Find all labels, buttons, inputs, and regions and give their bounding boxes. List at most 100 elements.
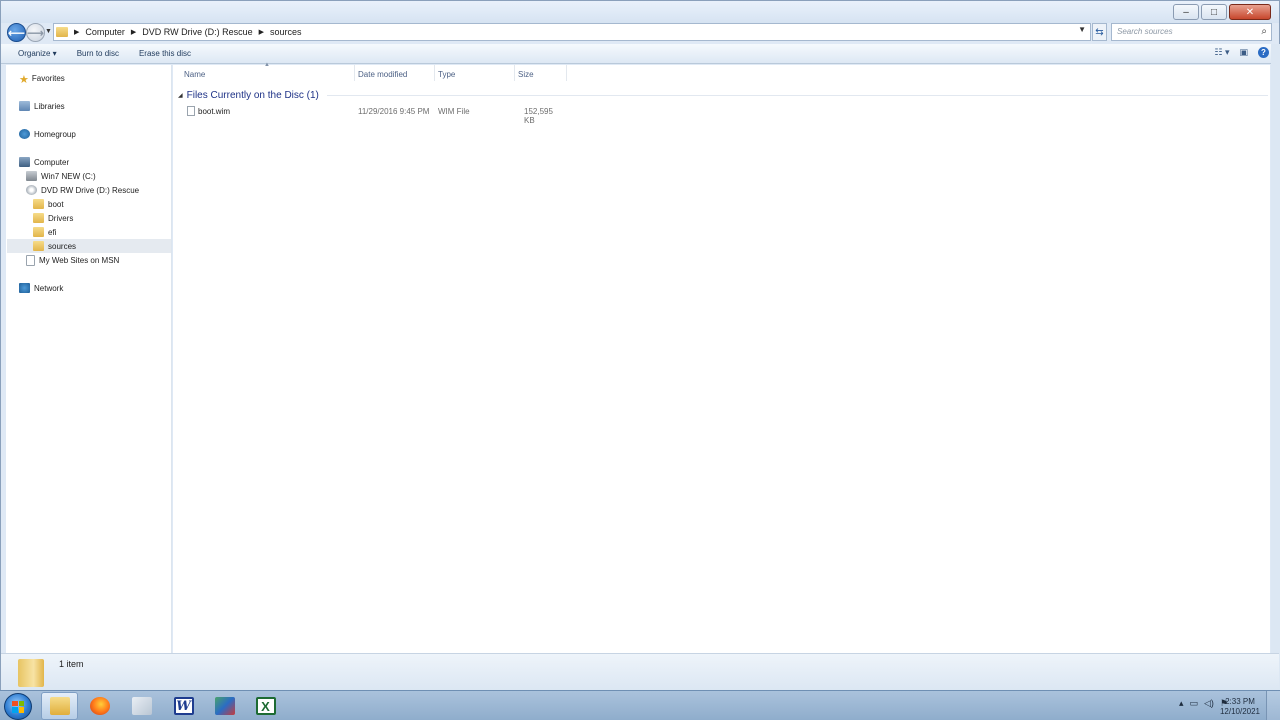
taskbar-paint[interactable] xyxy=(123,692,160,720)
libraries-icon xyxy=(19,101,30,111)
minimize-button[interactable]: – xyxy=(1173,4,1199,20)
dvd-icon xyxy=(26,185,37,195)
collapse-triangle-icon[interactable]: ◢ xyxy=(178,92,183,99)
details-pane: 1 item xyxy=(1,653,1279,690)
nav-folder-drivers[interactable]: Drivers xyxy=(33,211,73,225)
chevron-right-icon[interactable]: ▶ xyxy=(74,28,79,36)
nav-label: boot xyxy=(48,199,64,209)
address-row: ⟵ ⟶ ▼ ▶ Computer ▶ DVD RW Drive (D:) Res… xyxy=(1,21,1279,43)
address-bar[interactable]: ▶ Computer ▶ DVD RW Drive (D:) Rescue ▶ … xyxy=(53,23,1091,41)
explorer-window: – □ ✕ ⟵ ⟶ ▼ ▶ Computer ▶ DVD RW Drive (D… xyxy=(0,0,1280,690)
search-input[interactable]: Search sources ⌕ xyxy=(1111,23,1272,41)
nav-label: Favorites xyxy=(31,73,65,83)
firefox-icon xyxy=(89,697,110,715)
network-tray-icon[interactable]: ▭ xyxy=(1189,698,1198,709)
search-placeholder: Search sources xyxy=(1117,27,1173,36)
clock[interactable]: 2:33 PM 12/10/2021 xyxy=(1220,697,1260,717)
nav-libraries[interactable]: Libraries xyxy=(19,99,65,113)
title-bar[interactable]: – □ ✕ xyxy=(1,1,1279,23)
column-divider[interactable] xyxy=(354,65,355,81)
hard-drive-icon xyxy=(26,171,37,181)
organize-button[interactable]: Organize ▾ xyxy=(1,49,67,58)
show-hidden-icons-icon[interactable]: ▴ xyxy=(1179,698,1184,709)
start-button[interactable] xyxy=(4,693,32,720)
address-dropdown-icon[interactable]: ▼ xyxy=(1078,25,1086,34)
nav-computer[interactable]: Computer xyxy=(19,155,69,169)
nav-label: Drivers xyxy=(48,213,74,223)
nav-homegroup[interactable]: Homegroup xyxy=(19,127,76,141)
nav-label: Network xyxy=(34,283,64,293)
chevron-right-icon[interactable]: ▶ xyxy=(259,28,264,36)
file-icon xyxy=(187,106,195,116)
column-divider[interactable] xyxy=(514,65,515,81)
clock-date: 12/10/2021 xyxy=(1219,707,1260,716)
column-header-date[interactable]: Date modified xyxy=(358,70,407,79)
clock-time: 2:33 PM xyxy=(1225,697,1255,706)
breadcrumb-sources[interactable]: sources xyxy=(270,27,302,37)
maximize-button[interactable]: □ xyxy=(1201,4,1227,20)
nav-label: Computer xyxy=(34,157,70,167)
taskbar-word[interactable]: W xyxy=(165,692,202,720)
breadcrumb-dvd-drive[interactable]: DVD RW Drive (D:) Rescue xyxy=(142,27,252,37)
word-icon: W xyxy=(173,697,194,715)
taskbar-explorer[interactable] xyxy=(41,692,78,720)
nav-drive-d[interactable]: DVD RW Drive (D:) Rescue xyxy=(26,183,139,197)
window-controls: – □ ✕ xyxy=(1173,4,1271,20)
computer-icon xyxy=(19,157,30,167)
column-headers: ▲ Name Date modified Type Size xyxy=(173,62,1270,82)
file-type: WIM File xyxy=(438,107,470,116)
app-icon xyxy=(214,697,235,715)
recent-pages-dropdown-icon[interactable]: ▼ xyxy=(45,28,52,35)
back-button[interactable]: ⟵ xyxy=(7,23,26,42)
preview-pane-icon[interactable]: ▣ xyxy=(1239,47,1248,58)
page-icon xyxy=(26,254,35,266)
nav-label: My Web Sites on MSN xyxy=(39,255,120,265)
nav-folder-sources[interactable]: sources xyxy=(7,239,171,253)
chevron-right-icon[interactable]: ▶ xyxy=(131,28,136,36)
file-date: 11/29/2016 9:45 PM xyxy=(358,107,430,116)
view-controls: ☷ ▾ ▣ ? xyxy=(1214,47,1269,58)
column-header-name[interactable]: Name xyxy=(184,70,205,79)
file-name: boot.wim xyxy=(198,107,231,116)
search-icon[interactable]: ⌕ xyxy=(1261,26,1267,37)
breadcrumb-computer[interactable]: Computer xyxy=(85,27,125,37)
column-divider[interactable] xyxy=(566,65,567,81)
network-icon xyxy=(19,283,30,293)
nav-folder-boot[interactable]: boot xyxy=(33,197,64,211)
forward-button[interactable]: ⟶ xyxy=(26,23,45,42)
item-count: 1 item xyxy=(59,659,84,669)
windows-logo-icon xyxy=(12,700,24,713)
close-button[interactable]: ✕ xyxy=(1229,4,1271,20)
homegroup-icon xyxy=(19,129,30,139)
sort-indicator-icon: ▲ xyxy=(264,62,270,68)
folder-icon xyxy=(33,227,44,237)
burn-to-disc-button[interactable]: Burn to disc xyxy=(67,49,129,58)
nav-network[interactable]: Network xyxy=(19,281,63,295)
folder-icon xyxy=(33,213,44,223)
view-options-icon[interactable]: ☷ ▾ xyxy=(1214,47,1229,58)
nav-favorites[interactable]: ★ Favorites xyxy=(19,71,65,87)
nav-msn-sites[interactable]: My Web Sites on MSN xyxy=(26,253,119,267)
file-row[interactable]: boot.wim 11/29/2016 9:45 PM WIM File 152… xyxy=(184,105,564,125)
group-header[interactable]: ◢ Files Currently on the Disc (1) xyxy=(178,88,1268,102)
nav-folder-efi[interactable]: efi xyxy=(33,225,56,239)
file-list: ▲ Name Date modified Type Size ◢ Files C… xyxy=(173,62,1270,653)
nav-label: Homegroup xyxy=(34,129,76,139)
nav-label: sources xyxy=(48,241,77,251)
column-divider[interactable] xyxy=(434,65,435,81)
taskbar-firefox[interactable] xyxy=(81,692,118,720)
column-header-type[interactable]: Type xyxy=(438,70,455,79)
folder-icon xyxy=(33,199,44,209)
window-edge xyxy=(1271,44,1280,690)
taskbar-excel[interactable]: X xyxy=(247,692,284,720)
nav-drive-c[interactable]: Win7 NEW (C:) xyxy=(26,169,96,183)
column-header-size[interactable]: Size xyxy=(518,70,534,79)
nav-label: Win7 NEW (C:) xyxy=(41,171,96,181)
taskbar-app[interactable] xyxy=(206,692,243,720)
help-icon[interactable]: ? xyxy=(1258,47,1269,58)
show-desktop-button[interactable] xyxy=(1266,691,1280,720)
volume-icon[interactable]: ◁) xyxy=(1204,698,1214,709)
folder-icon xyxy=(33,241,44,251)
erase-disc-button[interactable]: Erase this disc xyxy=(129,49,201,58)
refresh-button[interactable]: ⇆ xyxy=(1092,23,1107,41)
